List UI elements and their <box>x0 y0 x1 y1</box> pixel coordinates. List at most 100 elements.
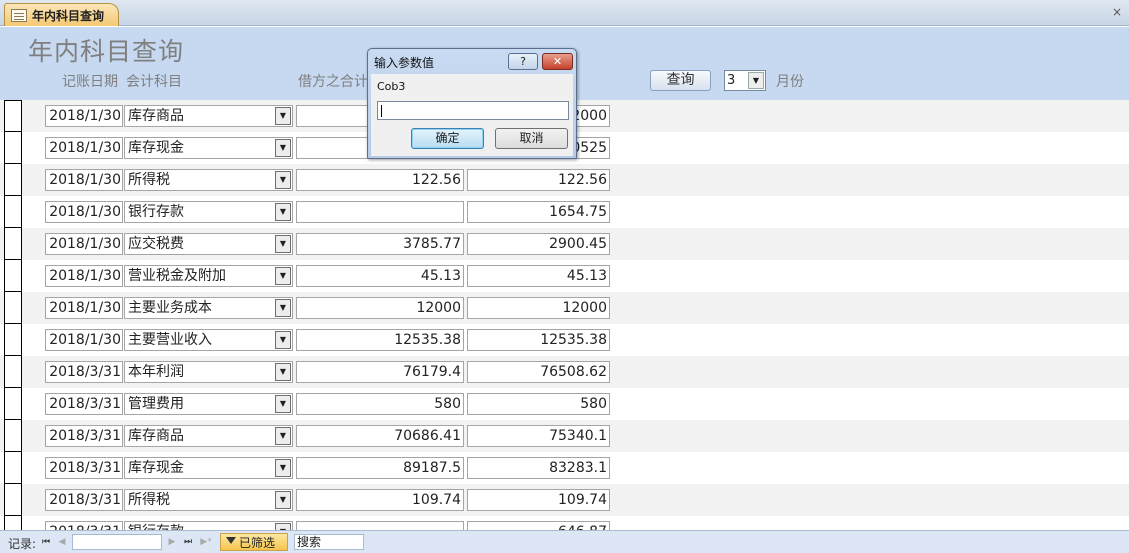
date-field[interactable]: 2018/1/30 <box>45 137 123 159</box>
credit-field[interactable]: 12535.38 <box>467 329 610 351</box>
chevron-down-icon[interactable]: ▼ <box>275 203 291 221</box>
date-field[interactable]: 2018/3/31 <box>45 521 123 530</box>
date-field[interactable]: 2018/1/30 <box>45 329 123 351</box>
date-field[interactable]: 2018/1/30 <box>45 105 123 127</box>
subject-combo[interactable]: 所得税 <box>124 169 293 191</box>
chevron-down-icon[interactable]: ▼ <box>275 235 291 253</box>
credit-field[interactable]: 12000 <box>467 297 610 319</box>
subject-combo[interactable]: 管理费用 <box>124 393 293 415</box>
chevron-down-icon[interactable]: ▼ <box>275 523 291 530</box>
record-selector[interactable] <box>4 260 22 292</box>
record-selector[interactable] <box>4 196 22 228</box>
date-field[interactable]: 2018/1/30 <box>45 297 123 319</box>
close-icon[interactable]: ✕ <box>542 53 573 70</box>
subject-combo[interactable]: 库存现金 <box>124 457 293 479</box>
tab-year-subject-query[interactable]: 年内科目查询 <box>4 3 120 26</box>
date-field[interactable]: 2018/1/30 <box>45 265 123 287</box>
credit-field[interactable]: 76508.62 <box>467 361 610 383</box>
chevron-down-icon[interactable]: ▼ <box>275 491 291 509</box>
query-button[interactable]: 查询 <box>650 70 711 91</box>
debit-field[interactable]: 70686.41 <box>296 425 464 447</box>
credit-field[interactable]: 109.74 <box>467 489 610 511</box>
dialog-body: Cob3 确定 取消 <box>371 74 573 156</box>
chevron-down-icon[interactable]: ▼ <box>275 299 291 317</box>
date-field[interactable]: 2018/3/31 <box>45 457 123 479</box>
debit-field[interactable]: 580 <box>296 393 464 415</box>
subject-combo[interactable]: 营业税金及附加 <box>124 265 293 287</box>
debit-field[interactable] <box>296 521 464 530</box>
chevron-down-icon[interactable]: ▼ <box>275 267 291 285</box>
chevron-down-icon[interactable]: ▼ <box>748 72 764 89</box>
date-field[interactable]: 2018/1/30 <box>45 169 123 191</box>
record-selector[interactable] <box>4 484 22 516</box>
debit-field[interactable]: 89187.5 <box>296 457 464 479</box>
record-selector[interactable] <box>4 388 22 420</box>
record-position-input[interactable] <box>72 534 162 550</box>
record-selector[interactable] <box>4 228 22 260</box>
chevron-down-icon[interactable]: ▼ <box>275 395 291 413</box>
chevron-down-icon[interactable]: ▼ <box>275 171 291 189</box>
credit-field[interactable]: 122.56 <box>467 169 610 191</box>
debit-field[interactable] <box>296 201 464 223</box>
credit-field[interactable]: 45.13 <box>467 265 610 287</box>
chevron-down-icon[interactable]: ▼ <box>275 427 291 445</box>
chevron-down-icon[interactable]: ▼ <box>275 331 291 349</box>
search-input[interactable]: 搜索 <box>294 534 364 550</box>
credit-field[interactable]: 646.87 <box>467 521 610 530</box>
date-field[interactable]: 2018/1/30 <box>45 233 123 255</box>
record-selector[interactable] <box>4 324 22 356</box>
subject-combo[interactable]: 主要业务成本 <box>124 297 293 319</box>
record-selector[interactable] <box>4 516 22 530</box>
record-selector[interactable] <box>4 292 22 324</box>
table-row: 2018/1/30 所得税 ▼ 122.56 122.56 <box>0 164 1129 196</box>
debit-field[interactable]: 45.13 <box>296 265 464 287</box>
previous-record-icon[interactable]: ◀ <box>56 535 68 549</box>
debit-field[interactable]: 122.56 <box>296 169 464 191</box>
next-record-icon[interactable]: ▶ <box>166 535 178 549</box>
new-record-icon[interactable]: ▶* <box>198 535 214 549</box>
close-icon[interactable]: × <box>1110 6 1124 19</box>
record-selector[interactable] <box>4 356 22 388</box>
subject-combo[interactable]: 主要营业收入 <box>124 329 293 351</box>
help-icon[interactable]: ? <box>508 53 538 70</box>
debit-field[interactable]: 12000 <box>296 297 464 319</box>
chevron-down-icon[interactable]: ▼ <box>275 139 291 157</box>
subject-combo[interactable]: 库存商品 <box>124 105 293 127</box>
credit-field[interactable]: 75340.1 <box>467 425 610 447</box>
credit-field[interactable]: 580 <box>467 393 610 415</box>
date-field[interactable]: 2018/3/31 <box>45 489 123 511</box>
date-field[interactable]: 2018/3/31 <box>45 425 123 447</box>
record-selector[interactable] <box>4 132 22 164</box>
chevron-down-icon[interactable]: ▼ <box>275 459 291 477</box>
subject-combo[interactable]: 本年利润 <box>124 361 293 383</box>
ok-button[interactable]: 确定 <box>411 128 484 149</box>
chevron-down-icon[interactable]: ▼ <box>275 363 291 381</box>
credit-field[interactable]: 83283.1 <box>467 457 610 479</box>
subject-combo[interactable]: 库存现金 <box>124 137 293 159</box>
date-field[interactable]: 2018/1/30 <box>45 201 123 223</box>
credit-field[interactable]: 1654.75 <box>467 201 610 223</box>
record-selector[interactable] <box>4 420 22 452</box>
cancel-button[interactable]: 取消 <box>495 128 568 149</box>
debit-field[interactable]: 12535.38 <box>296 329 464 351</box>
subject-combo[interactable]: 银行存款 <box>124 201 293 223</box>
subject-combo[interactable]: 银行存款 <box>124 521 293 530</box>
date-field[interactable]: 2018/3/31 <box>45 393 123 415</box>
credit-field[interactable]: 2900.45 <box>467 233 610 255</box>
chevron-down-icon[interactable]: ▼ <box>275 107 291 125</box>
subject-combo[interactable]: 应交税费 <box>124 233 293 255</box>
date-field[interactable]: 2018/3/31 <box>45 361 123 383</box>
first-record-icon[interactable]: ⏮ <box>40 535 52 549</box>
debit-field[interactable]: 76179.4 <box>296 361 464 383</box>
parameter-input[interactable] <box>377 101 569 120</box>
record-selector[interactable] <box>4 100 22 132</box>
filter-toggle-button[interactable]: 已筛选 <box>220 533 288 551</box>
subject-combo[interactable]: 库存商品 <box>124 425 293 447</box>
debit-field[interactable]: 3785.77 <box>296 233 464 255</box>
subject-combo[interactable]: 所得税 <box>124 489 293 511</box>
month-select[interactable]: 3 ▼ <box>724 70 766 91</box>
record-selector[interactable] <box>4 452 22 484</box>
last-record-icon[interactable]: ⏭ <box>182 535 194 549</box>
debit-field[interactable]: 109.74 <box>296 489 464 511</box>
record-selector[interactable] <box>4 164 22 196</box>
